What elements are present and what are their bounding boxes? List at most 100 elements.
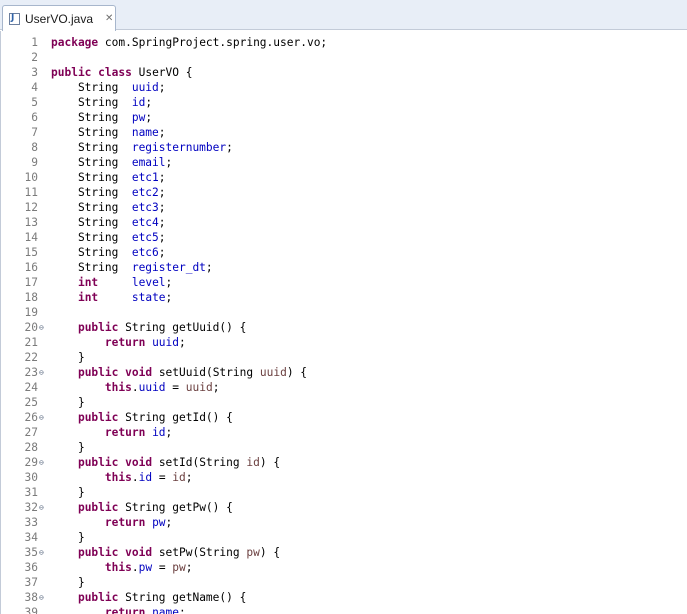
line-number: 33 xyxy=(24,516,38,529)
code-line[interactable]: 22 } xyxy=(1,350,687,365)
code-text: String id; xyxy=(51,95,152,110)
tab-uservo-java[interactable]: J UserVO.java ✕ xyxy=(2,5,116,31)
code-parameter: pw xyxy=(246,546,260,559)
code-line[interactable]: 12 String etc3; xyxy=(1,200,687,215)
fold-collapse-icon[interactable]: ⊖ xyxy=(39,410,44,425)
code-text: } xyxy=(51,485,85,500)
line-number: 25 xyxy=(24,396,38,409)
close-icon[interactable]: ✕ xyxy=(105,13,113,24)
line-number: 5 xyxy=(31,96,38,109)
line-number: 11 xyxy=(24,186,38,199)
code-text: ; xyxy=(158,171,166,184)
code-keyword: void xyxy=(125,366,153,379)
code-keyword: this xyxy=(104,471,132,484)
code-text: public String getPw() { xyxy=(51,500,233,515)
code-line[interactable]: 4 String uuid; xyxy=(1,80,687,95)
code-text: public void setUuid(String uuid) { xyxy=(51,365,307,380)
code-line[interactable]: 28 } xyxy=(1,440,687,455)
code-field: name xyxy=(152,606,180,614)
code-text: String xyxy=(51,111,132,124)
code-line[interactable]: 11 String etc2; xyxy=(1,185,687,200)
code-text: String xyxy=(51,81,132,94)
fold-collapse-icon[interactable]: ⊖ xyxy=(39,320,44,335)
code-line[interactable]: 14 String etc5; xyxy=(1,230,687,245)
code-line[interactable]: 33 return pw; xyxy=(1,515,687,530)
code-text: int state; xyxy=(51,290,172,305)
code-line[interactable]: 27 return id; xyxy=(1,425,687,440)
code-line[interactable]: 35 ⊖ public void setPw(String pw) { xyxy=(1,545,687,560)
code-line[interactable]: 1 package com.SpringProject.spring.user.v… xyxy=(1,35,687,50)
code-line[interactable]: 5 String id; xyxy=(1,95,687,110)
code-text: public class UserVO { xyxy=(51,65,192,80)
fold-collapse-icon[interactable]: ⊖ xyxy=(39,365,44,380)
code-line[interactable]: 10 String etc1; xyxy=(1,170,687,185)
code-text: com.SpringProject.spring.user.vo; xyxy=(98,36,328,49)
code-line[interactable]: 38 ⊖ public String getName() { xyxy=(1,590,687,605)
line-number: 4 xyxy=(31,81,38,94)
code-field: uuid xyxy=(152,336,180,349)
code-line[interactable]: 20 ⊖ public String getUuid() { xyxy=(1,320,687,335)
code-line[interactable]: 39 return name; xyxy=(1,605,687,614)
code-text: String getId() { xyxy=(118,411,233,424)
fold-collapse-icon[interactable]: ⊖ xyxy=(39,590,44,605)
line-number: 19 xyxy=(24,306,38,319)
code-line[interactable]: 29 ⊖ public void setId(String id) { xyxy=(1,455,687,470)
code-text: String etc6; xyxy=(51,245,166,260)
code-keyword: this xyxy=(104,381,132,394)
code-line[interactable]: 3 public class UserVO { xyxy=(1,65,687,80)
code-line[interactable]: 34 } xyxy=(1,530,687,545)
code-line[interactable]: 32 ⊖ public String getPw() { xyxy=(1,500,687,515)
code-line[interactable]: 19 xyxy=(1,305,687,320)
code-text: return uuid; xyxy=(51,335,186,350)
code-keyword: void xyxy=(125,456,153,469)
line-number: 34 xyxy=(24,531,38,544)
fold-collapse-icon[interactable]: ⊖ xyxy=(39,500,44,515)
code-line[interactable]: 24 this.uuid = uuid; xyxy=(1,380,687,395)
code-line[interactable]: 9 String email; xyxy=(1,155,687,170)
code-keyword: public xyxy=(77,321,119,334)
code-line[interactable]: 37 } xyxy=(1,575,687,590)
code-field: pw xyxy=(152,516,166,529)
code-keyword: return xyxy=(104,606,146,614)
code-text: public void setId(String id) { xyxy=(51,455,280,470)
code-text: ; xyxy=(165,276,173,289)
code-line[interactable]: 18 int state; xyxy=(1,290,687,305)
code-line[interactable]: 17 int level; xyxy=(1,275,687,290)
code-line[interactable]: 15 String etc6; xyxy=(1,245,687,260)
code-line[interactable]: 13 String etc4; xyxy=(1,215,687,230)
code-field: etc4 xyxy=(131,216,159,229)
code-text: ; xyxy=(158,186,166,199)
code-text: String registernumber; xyxy=(51,140,233,155)
code-text: String xyxy=(51,171,132,184)
code-text: String getPw() { xyxy=(118,501,233,514)
code-line[interactable]: 23 ⊖ public void setUuid(String uuid) { xyxy=(1,365,687,380)
code-text: this.uuid = uuid; xyxy=(51,380,220,395)
code-field: uuid xyxy=(131,81,159,94)
code-field: pw xyxy=(138,561,153,574)
code-line[interactable]: 36 this.pw = pw; xyxy=(1,560,687,575)
code-line[interactable]: 25 } xyxy=(1,395,687,410)
line-number: 28 xyxy=(24,441,38,454)
code-line[interactable]: 26 ⊖ public String getId() { xyxy=(1,410,687,425)
code-line[interactable]: 8 String registernumber; xyxy=(1,140,687,155)
code-line[interactable]: 2 xyxy=(1,50,687,65)
code-line[interactable]: 31 } xyxy=(1,485,687,500)
code-field: register_dt xyxy=(131,261,206,274)
code-text: public String getUuid() { xyxy=(51,320,246,335)
code-line[interactable]: 30 this.id = id; xyxy=(1,470,687,485)
code-line[interactable]: 6 String pw; xyxy=(1,110,687,125)
fold-collapse-icon[interactable]: ⊖ xyxy=(39,455,44,470)
line-number: 10 xyxy=(24,171,38,184)
code-text: String xyxy=(51,201,132,214)
fold-collapse-icon[interactable]: ⊖ xyxy=(39,545,44,560)
code-line[interactable]: 16 String register_dt; xyxy=(1,260,687,275)
code-line[interactable]: 21 return uuid; xyxy=(1,335,687,350)
code-text: ; xyxy=(158,201,166,214)
code-text: String pw; xyxy=(51,110,152,125)
code-text: } xyxy=(51,531,85,544)
line-number: 26 xyxy=(24,411,38,424)
code-text: String name; xyxy=(51,125,166,140)
code-line[interactable]: 7 String name; xyxy=(1,125,687,140)
code-editor[interactable]: 1 package com.SpringProject.spring.user.v… xyxy=(0,31,687,614)
